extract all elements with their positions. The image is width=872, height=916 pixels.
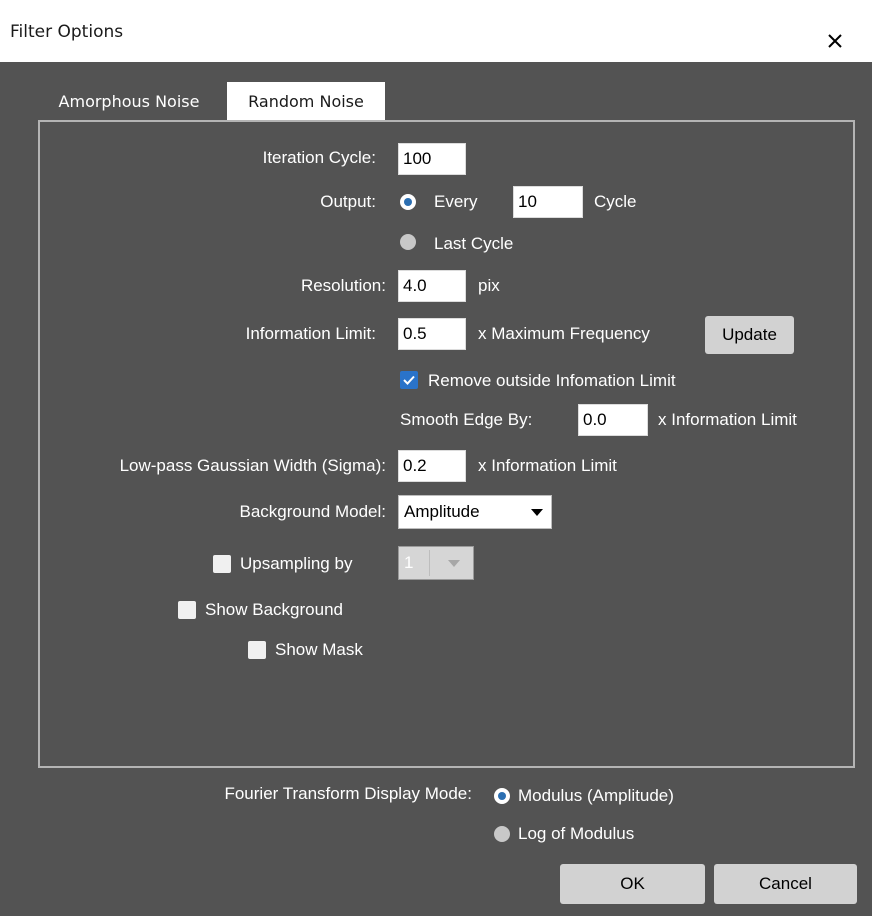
background-model-select[interactable]: Amplitude <box>398 495 552 529</box>
tab-panel <box>38 120 855 768</box>
close-icon[interactable] <box>815 26 855 56</box>
dialog-body: Amorphous Noise Random Noise Iteration C… <box>0 62 872 916</box>
output-last-cycle-radio[interactable] <box>400 234 416 250</box>
update-button-label: Update <box>722 325 777 344</box>
resolution-unit: pix <box>478 276 500 295</box>
output-last-cycle-label: Last Cycle <box>434 234 514 253</box>
chevron-down-icon <box>448 560 460 567</box>
remove-outside-checkbox[interactable] <box>400 371 418 389</box>
information-limit-input[interactable]: 0.5 <box>398 318 466 350</box>
tab-label: Random Noise <box>248 92 364 111</box>
information-limit-label: Information Limit: <box>245 324 376 343</box>
ok-button-label: OK <box>620 874 645 893</box>
output-label: Output: <box>320 192 376 211</box>
upsampling-label: Upsampling by <box>240 554 353 573</box>
iteration-cycle-input[interactable]: 100 <box>398 143 466 175</box>
lowpass-input[interactable]: 0.2 <box>398 450 466 482</box>
tab-random-noise[interactable]: Random Noise <box>227 82 385 121</box>
window-title: Filter Options <box>10 22 124 42</box>
background-model-value: Amplitude <box>404 502 480 521</box>
tab-label: Amorphous Noise <box>58 91 200 111</box>
show-mask-checkbox[interactable] <box>248 641 266 659</box>
background-model-label: Background Model: <box>239 502 386 521</box>
show-mask-label: Show Mask <box>275 640 363 659</box>
fourier-modulus-label: Modulus (Amplitude) <box>518 786 674 805</box>
show-background-checkbox[interactable] <box>178 601 196 619</box>
fourier-modulus-radio[interactable] <box>494 788 510 804</box>
output-every-input[interactable]: 10 <box>513 186 583 218</box>
lowpass-label: Low-pass Gaussian Width (Sigma): <box>119 456 386 475</box>
resolution-input[interactable]: 4.0 <box>398 270 466 302</box>
ok-button[interactable]: OK <box>560 864 705 904</box>
upsampling-checkbox[interactable] <box>213 555 231 573</box>
smooth-edge-unit: x Information Limit <box>658 410 797 429</box>
fourier-mode-label: Fourier Transform Display Mode: <box>224 784 472 803</box>
output-every-label: Every <box>434 192 478 211</box>
update-button[interactable]: Update <box>705 316 794 354</box>
fourier-log-label: Log of Modulus <box>518 824 635 843</box>
cancel-button[interactable]: Cancel <box>714 864 857 904</box>
remove-outside-label: Remove outside Infomation Limit <box>428 371 676 390</box>
smooth-edge-label: Smooth Edge By: <box>400 410 533 429</box>
output-cycle-unit: Cycle <box>594 192 637 211</box>
upsampling-select[interactable]: 1 <box>398 546 474 580</box>
title-bar: Filter Options <box>0 0 872 62</box>
show-background-label: Show Background <box>205 600 343 619</box>
tab-amorphous-noise[interactable]: Amorphous Noise <box>40 82 218 120</box>
upsampling-value: 1 <box>404 553 414 572</box>
cancel-button-label: Cancel <box>759 874 812 893</box>
lowpass-unit: x Information Limit <box>478 456 617 475</box>
smooth-edge-input[interactable]: 0.0 <box>578 404 648 436</box>
checkmark-icon <box>403 375 415 385</box>
iteration-cycle-label: Iteration Cycle: <box>262 148 376 167</box>
resolution-label: Resolution: <box>300 276 386 295</box>
chevron-down-icon <box>531 509 543 516</box>
fourier-log-radio[interactable] <box>494 826 510 842</box>
information-limit-unit: x Maximum Frequency <box>478 324 650 343</box>
output-every-radio[interactable] <box>400 194 416 210</box>
select-divider <box>429 550 430 576</box>
